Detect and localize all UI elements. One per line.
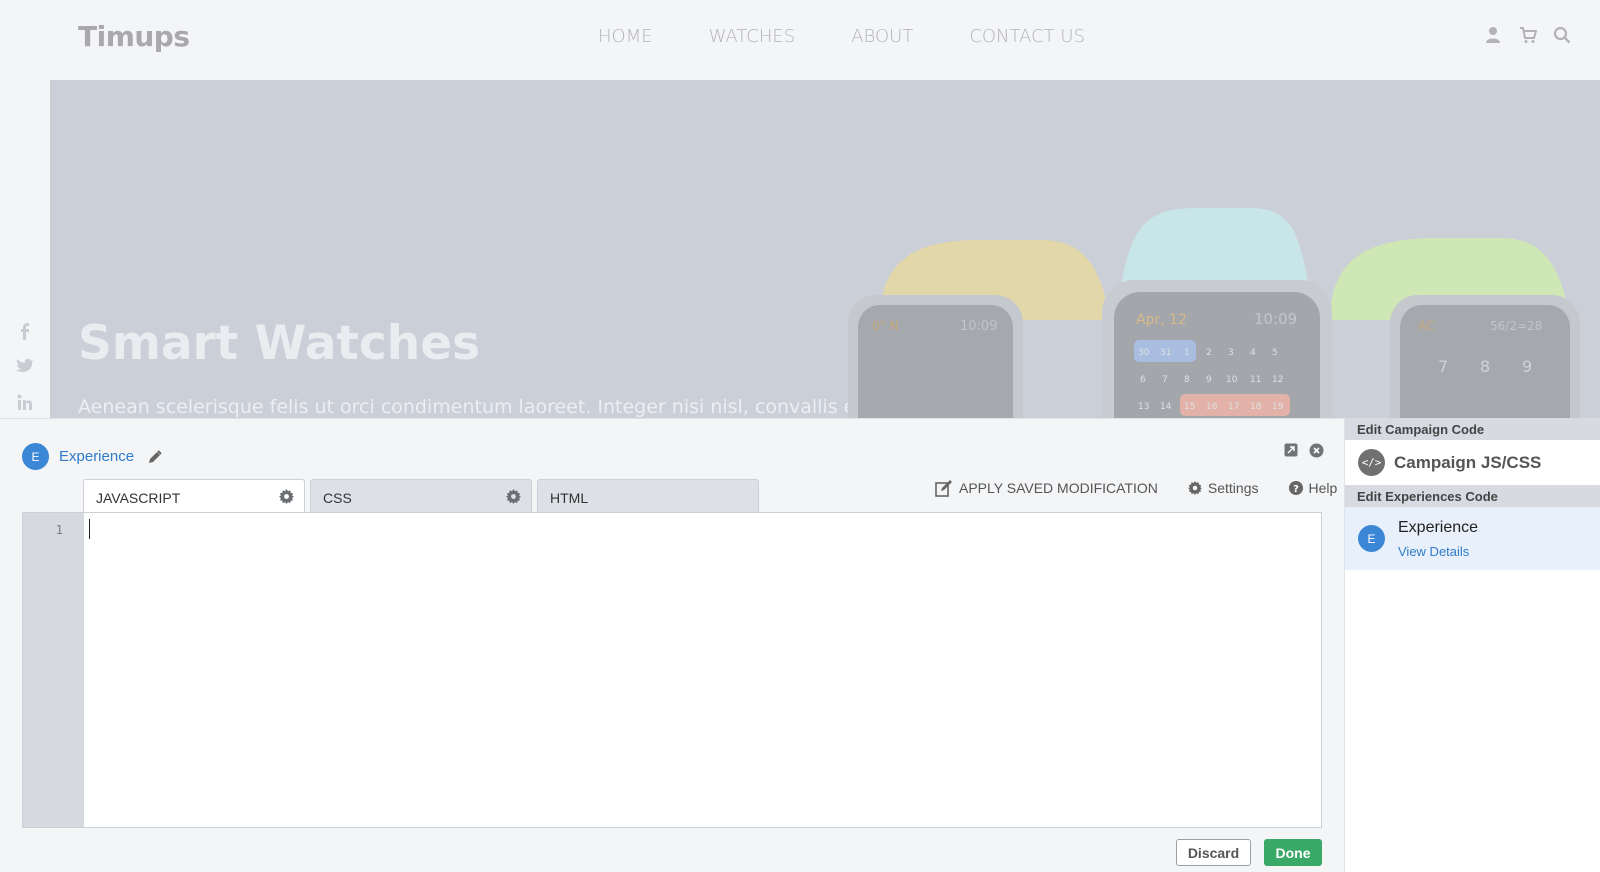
calendar-day: 4	[1250, 348, 1256, 358]
calendar-day: 7	[1162, 375, 1168, 385]
code-tabs: JAVASCRIPT CSS HTML	[83, 479, 759, 513]
calendar-day: 31	[1160, 348, 1171, 358]
nav-watches[interactable]: WATCHES	[709, 26, 796, 47]
line-number-gutter: 1	[23, 513, 84, 827]
tab-label: JAVASCRIPT	[96, 490, 181, 506]
settings-label: Settings	[1207, 480, 1259, 496]
calendar-day: 16	[1206, 402, 1218, 412]
gear-icon[interactable]	[506, 489, 521, 504]
website-background: Timups HOME WATCHES ABOUT CONTACT US Sma…	[0, 0, 1600, 418]
gear-icon	[1187, 481, 1202, 495]
apply-label: APPLY SAVED MODIFICATION	[959, 480, 1158, 496]
nav-icons	[1485, 26, 1573, 48]
smart-watches-image: 0° N 10:09 AC 56/2=28 7 8 9 Apr, 12 10:0…	[848, 208, 1580, 418]
code-sidebar: Edit Campaign Code </> Campaign JS/CSS E…	[1344, 418, 1600, 872]
site-menu: HOME WATCHES ABOUT CONTACT US	[598, 26, 1141, 47]
nav-contact-us[interactable]: CONTACT US	[969, 26, 1085, 47]
experience-label: Experience	[1398, 519, 1479, 536]
calendar-day: 18	[1250, 402, 1262, 412]
calendar-day: 17	[1228, 402, 1239, 412]
code-editor[interactable]: 1	[22, 512, 1322, 828]
experiences-code-header: Edit Experiences Code	[1345, 485, 1600, 507]
user-icon[interactable]	[1485, 26, 1505, 48]
gear-icon[interactable]	[279, 489, 294, 504]
experience-name-link[interactable]: Experience	[59, 448, 134, 465]
editor-actions: APPLY SAVED MODIFICATION Settings ? Help	[935, 479, 1337, 497]
right-watch-key-7: 7	[1438, 357, 1448, 376]
linkedin-icon[interactable]	[16, 394, 34, 412]
discard-button[interactable]: Discard	[1176, 839, 1251, 866]
hero-text: Aenean scelerisque felis ut orci condime…	[78, 396, 863, 418]
social-links	[16, 322, 34, 412]
site-navbar: Timups HOME WATCHES ABOUT CONTACT US	[0, 0, 1600, 80]
tab-label: CSS	[323, 490, 352, 506]
pencil-icon[interactable]	[148, 449, 162, 464]
code-icon: </>	[1358, 449, 1385, 476]
twitter-icon[interactable]	[16, 358, 34, 376]
calendar-day: 8	[1184, 375, 1190, 385]
cart-icon[interactable]	[1519, 26, 1539, 48]
calendar-day: 13	[1138, 402, 1149, 412]
site-logo[interactable]: Timups	[78, 20, 190, 53]
tab-javascript[interactable]: JAVASCRIPT	[83, 479, 305, 513]
experience-avatar: E	[22, 443, 49, 470]
campaign-js-css-item[interactable]: </> Campaign JS/CSS	[1345, 440, 1600, 485]
apply-saved-modification-button[interactable]: APPLY SAVED MODIFICATION	[935, 479, 1158, 497]
text-cursor	[89, 519, 90, 539]
done-button[interactable]: Done	[1264, 839, 1322, 866]
calendar-day: 30	[1138, 348, 1150, 358]
left-watch-compass: 0° N	[872, 319, 898, 333]
left-watch-time: 10:09	[960, 319, 997, 334]
experience-header: E Experience	[22, 443, 162, 470]
help-button[interactable]: ? Help	[1288, 480, 1338, 496]
help-icon: ?	[1288, 481, 1303, 495]
hero-title: Smart Watches	[78, 316, 481, 371]
help-label: Help	[1308, 480, 1338, 496]
right-watch-ac: AC	[1418, 319, 1434, 333]
center-watch-date: Apr, 12	[1136, 312, 1187, 328]
calendar-day: 1	[1184, 348, 1190, 358]
right-watch-key-9: 9	[1522, 357, 1532, 376]
calendar-day: 10	[1226, 375, 1238, 385]
hero-banner: Smart Watches Aenean scelerisque felis u…	[50, 80, 1600, 418]
experience-avatar: E	[1358, 525, 1385, 552]
calendar-day: 12	[1272, 375, 1283, 385]
editor-footer: Discard Done	[1176, 839, 1322, 866]
code-editor-panel: E Experience JAVASCRIPT CSS HTML APPLY S…	[0, 418, 1344, 872]
close-icon[interactable]	[1309, 443, 1324, 458]
search-icon[interactable]	[1553, 26, 1573, 48]
svg-text:?: ?	[1293, 484, 1299, 495]
tab-html[interactable]: HTML	[537, 479, 759, 512]
calendar-day: 19	[1272, 402, 1284, 412]
calendar-day: 2	[1206, 348, 1212, 358]
calendar-day: 3	[1228, 348, 1234, 358]
campaign-code-header: Edit Campaign Code	[1345, 418, 1600, 440]
calendar-day: 5	[1272, 348, 1278, 358]
calendar-day: 14	[1160, 402, 1172, 412]
nav-about[interactable]: ABOUT	[851, 26, 913, 47]
calendar-day: 9	[1206, 375, 1212, 385]
window-controls	[1284, 443, 1324, 458]
edit-square-icon	[935, 480, 952, 497]
settings-button[interactable]: Settings	[1187, 480, 1259, 496]
right-watch-key-8: 8	[1480, 357, 1490, 376]
line-number: 1	[55, 523, 63, 537]
calendar-day: 6	[1140, 375, 1146, 385]
facebook-icon[interactable]	[16, 322, 34, 340]
tab-label: HTML	[550, 490, 589, 506]
center-watch-time: 10:09	[1254, 310, 1297, 328]
calendar-day: 15	[1184, 402, 1195, 412]
experience-item[interactable]: E Experience View Details	[1345, 507, 1600, 570]
right-watch-expression: 56/2=28	[1490, 319, 1542, 333]
expand-icon[interactable]	[1284, 443, 1299, 458]
nav-home[interactable]: HOME	[598, 26, 653, 47]
campaign-label: Campaign JS/CSS	[1394, 452, 1542, 472]
calendar-day: 11	[1250, 375, 1261, 385]
view-details-link[interactable]: View Details	[1398, 544, 1469, 559]
tab-css[interactable]: CSS	[310, 479, 532, 512]
